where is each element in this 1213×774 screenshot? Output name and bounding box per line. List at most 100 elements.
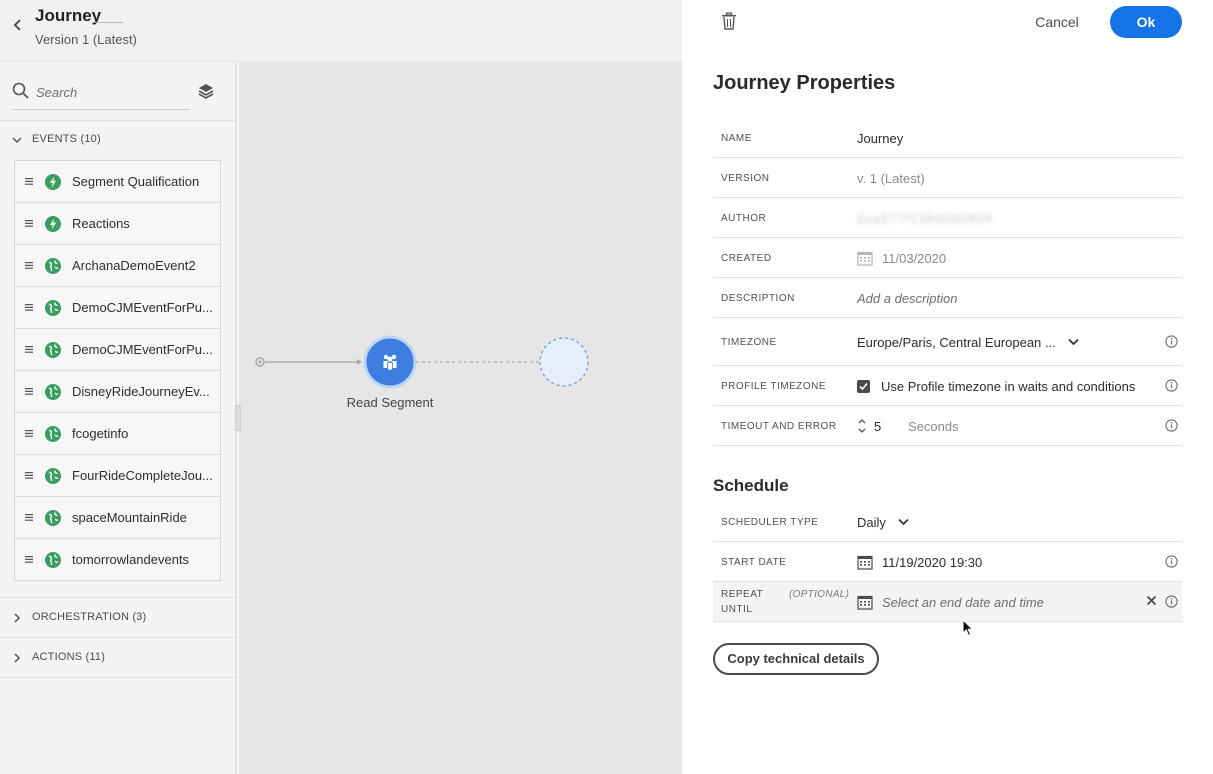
journey-properties-panel: Cancel Ok Journey Properties NAME Journe…	[682, 0, 1213, 774]
event-item[interactable]: FourRideCompleteJou...	[15, 455, 220, 497]
optional-tag: (OPTIONAL)	[789, 589, 850, 600]
event-item[interactable]: spaceMountainRide	[15, 497, 220, 539]
drag-handle-icon[interactable]	[25, 388, 33, 395]
search-field[interactable]	[12, 80, 190, 110]
event-item[interactable]: Segment Qualification	[15, 161, 220, 203]
event-item[interactable]: ArchanaDemoEvent2	[15, 245, 220, 287]
start-date-field[interactable]: 11/19/2020 19:30	[857, 542, 982, 582]
chevron-down-icon[interactable]	[898, 518, 909, 526]
timezone-select[interactable]: Europe/Paris, Central European ...	[857, 318, 1079, 366]
divider	[0, 637, 237, 638]
people-group-icon[interactable]	[380, 352, 400, 372]
events-list: Segment Qualification Reactions ArchanaD…	[14, 160, 221, 581]
timeout-input[interactable]: 5	[874, 419, 904, 434]
globe-icon	[45, 342, 61, 358]
drag-handle-icon[interactable]	[25, 220, 33, 227]
back-arrow-icon[interactable]	[10, 17, 26, 33]
event-label: Segment Qualification	[72, 174, 200, 189]
created-label: CREATED	[721, 252, 772, 264]
event-item[interactable]: Reactions	[15, 203, 220, 245]
cancel-button[interactable]: Cancel	[1024, 11, 1090, 33]
drag-handle-icon[interactable]	[25, 556, 33, 563]
drag-handle-icon[interactable]	[25, 262, 33, 269]
repeat-until-label: REPEAT UNTIL	[721, 589, 764, 615]
layers-icon[interactable]	[197, 82, 215, 100]
journey-title[interactable]: Journey	[35, 6, 101, 26]
chevron-down-icon	[12, 137, 22, 144]
timezone-label: TIMEZONE	[721, 336, 777, 348]
profile-timezone-checkbox[interactable]	[857, 379, 870, 393]
repeat-until-field[interactable]: Select an end date and time	[857, 582, 1044, 622]
property-created: CREATED 11/03/2020	[713, 238, 1182, 278]
version-label: VERSION	[721, 172, 770, 184]
copy-technical-details-button[interactable]: Copy technical details	[713, 643, 879, 675]
repeat-until-placeholder: Select an end date and time	[882, 594, 1044, 610]
panel-title: Journey Properties	[713, 72, 896, 94]
trash-icon[interactable]	[721, 12, 737, 30]
start-date-label: START DATE	[721, 556, 787, 568]
scheduler-type-value: Daily	[857, 514, 886, 530]
scheduler-type-select[interactable]: Daily	[857, 502, 909, 542]
event-item[interactable]: DemoCJMEventForPu...	[15, 329, 220, 371]
property-profile-timezone: PROFILE TIMEZONE Use Profile timezone in…	[713, 366, 1182, 406]
event-label: FourRideCompleteJou...	[72, 468, 213, 483]
info-icon[interactable]	[1165, 419, 1178, 432]
chevron-right-icon	[14, 653, 21, 663]
flow-connections	[255, 335, 589, 389]
lightning-icon	[45, 174, 61, 190]
start-date-value: 11/19/2020 19:30	[882, 554, 983, 570]
ok-button[interactable]: Ok	[1110, 6, 1182, 38]
created-value: 11/03/2020	[882, 250, 947, 266]
property-scheduler-type: SCHEDULER TYPE Daily	[713, 502, 1182, 542]
drag-handle-icon[interactable]	[25, 304, 33, 311]
section-orchestration-toggle[interactable]: ORCHESTRATION (3)	[0, 608, 237, 628]
property-version: VERSION v. 1 (Latest)	[713, 158, 1182, 198]
event-item[interactable]: DisneyRideJourneyEv...	[15, 371, 220, 413]
section-events-label: EVENTS (10)	[32, 133, 101, 145]
info-icon[interactable]	[1165, 555, 1178, 568]
drag-handle-icon[interactable]	[25, 472, 33, 479]
event-item[interactable]: DemoCJMEventForPu...	[15, 287, 220, 329]
timezone-value: Europe/Paris, Central European ...	[857, 334, 1056, 350]
name-field[interactable]: Journey	[857, 118, 903, 158]
event-item[interactable]: fcogetinfo	[15, 413, 220, 455]
scheduler-type-label: SCHEDULER TYPE	[721, 516, 819, 528]
checkmark-icon	[859, 382, 868, 390]
event-label: DemoCJMEventForPu...	[72, 342, 213, 357]
profile-timezone-field: Use Profile timezone in waits and condit…	[857, 366, 1135, 406]
title-edit-underline	[95, 22, 123, 23]
event-item[interactable]: tomorrowlandevents	[15, 539, 220, 581]
section-actions-toggle[interactable]: ACTIONS (11)	[0, 648, 237, 668]
drag-handle-icon[interactable]	[25, 346, 33, 353]
author-value: 2ca577f138d0d0804	[857, 210, 993, 226]
info-icon[interactable]	[1165, 335, 1178, 348]
event-label: fcogetinfo	[72, 426, 129, 441]
drag-handle-icon[interactable]	[25, 178, 33, 185]
calendar-icon[interactable]	[857, 554, 873, 570]
version-value: v. 1 (Latest)	[857, 170, 925, 186]
globe-icon	[45, 510, 61, 526]
globe-icon	[45, 468, 61, 484]
drag-handle-icon[interactable]	[25, 514, 33, 521]
journey-header: Journey Version 1 (Latest)	[0, 0, 682, 62]
start-point-dot	[258, 360, 262, 364]
info-icon[interactable]	[1165, 595, 1178, 608]
journey-version: Version 1 (Latest)	[35, 32, 137, 47]
search-input[interactable]	[36, 82, 186, 102]
description-field[interactable]: Add a description	[857, 278, 957, 318]
calendar-icon[interactable]	[857, 594, 873, 610]
journey-canvas[interactable]: Read Segment	[235, 62, 682, 774]
property-start-date: START DATE 11/19/2020 19:30	[713, 542, 1182, 582]
clear-icon[interactable]	[1146, 595, 1157, 606]
section-actions-label: ACTIONS (11)	[32, 651, 106, 663]
event-label: ArchanaDemoEvent2	[72, 258, 196, 273]
event-label: spaceMountainRide	[72, 510, 187, 525]
section-events-toggle[interactable]: EVENTS (10)	[0, 130, 237, 150]
property-description: DESCRIPTION Add a description	[713, 278, 1182, 318]
stepper-icon[interactable]	[857, 415, 867, 437]
divider	[0, 120, 237, 121]
drag-handle-icon[interactable]	[25, 430, 33, 437]
event-label: Reactions	[72, 216, 130, 231]
info-icon[interactable]	[1165, 379, 1178, 392]
chevron-down-icon[interactable]	[1068, 338, 1079, 346]
